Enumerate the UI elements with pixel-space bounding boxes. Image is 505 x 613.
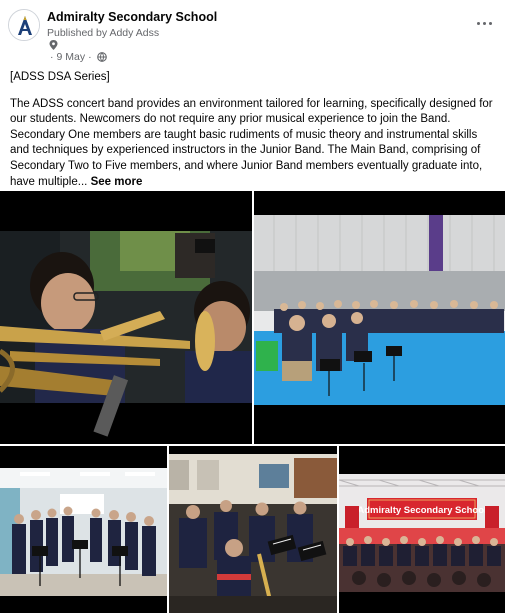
post-body-paragraph: The ADSS concert band provides an enviro… — [10, 97, 498, 191]
photo-stage-banner[interactable]: Admiralty Secondary School — [339, 446, 505, 613]
post-body: The ADSS concert band provides an enviro… — [10, 97, 493, 188]
photo-band-in-hall[interactable] — [254, 191, 505, 444]
more-dot — [488, 21, 492, 25]
page-name-link[interactable]: Admiralty Secondary School — [47, 10, 217, 24]
school-crest-avatar[interactable] — [8, 9, 40, 41]
post-meta: · 9 May · — [47, 51, 107, 63]
banner-text: Admiralty Secondary School — [357, 505, 486, 516]
post-header: Admiralty Secondary School Published by … — [0, 0, 505, 66]
post-message: [ADSS DSA Series] The ADSS concert band … — [10, 70, 498, 201]
more-dot — [482, 21, 486, 25]
globe-icon — [96, 52, 107, 62]
more-dot — [476, 21, 480, 25]
photo-classroom-rehearsal[interactable] — [0, 446, 167, 613]
see-more-link[interactable]: See more — [91, 176, 143, 188]
photo-brass-players[interactable] — [0, 191, 252, 444]
meta-separator: · — [50, 51, 54, 63]
publisher-line: Published by Addy Adss — [47, 27, 160, 39]
location-pin-icon — [49, 40, 58, 50]
more-options-button[interactable] — [471, 12, 497, 34]
photo-grid: Admiralty Secondary School — [0, 191, 505, 613]
post-heading: [ADSS DSA Series] — [10, 71, 110, 83]
post-date-link[interactable]: 9 May — [57, 51, 86, 63]
meta-separator: · — [88, 51, 92, 63]
photo-band-performance[interactable] — [169, 446, 337, 613]
